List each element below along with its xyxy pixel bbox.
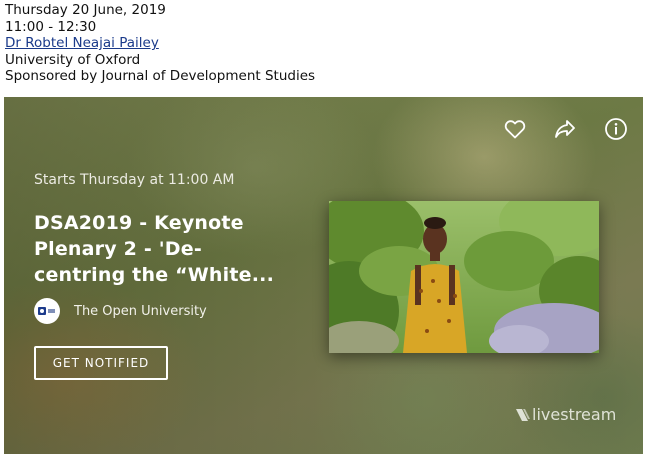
livestream-mark-icon: [516, 408, 530, 421]
event-title[interactable]: DSA2019 - Keynote Plenary 2 - 'De- centr…: [34, 210, 284, 288]
open-university-logo: [34, 298, 60, 324]
speaker-link[interactable]: Dr Robtel Neajai Pailey: [5, 35, 159, 51]
event-thumbnail[interactable]: [329, 201, 599, 353]
speaker-affiliation: University of Oxford: [5, 51, 141, 68]
get-notified-button[interactable]: GET NOTIFIED: [34, 346, 168, 380]
organizer-name: The Open University: [74, 303, 207, 319]
event-title-line: Plenary 2 - 'De-: [34, 238, 202, 260]
event-title-line: DSA2019 - Keynote: [34, 212, 244, 234]
livestream-logo[interactable]: livestream: [514, 405, 616, 424]
event-details: Thursday 20 June, 2019 11:00 - 12:30 Dr …: [5, 2, 315, 85]
event-date: Thursday 20 June, 2019: [5, 2, 166, 18]
livestream-embed-card[interactable]: Starts Thursday at 11:00 AM DSA2019 - Ke…: [4, 97, 643, 454]
organizer[interactable]: The Open University: [34, 298, 207, 324]
event-title-line: centring the “White...: [34, 264, 274, 286]
start-time-label: Starts Thursday at 11:00 AM: [34, 172, 235, 188]
heart-icon[interactable]: [503, 117, 527, 141]
livestream-brand-text: livestream: [532, 405, 617, 424]
share-icon[interactable]: [553, 117, 577, 141]
info-icon[interactable]: [604, 117, 628, 141]
event-time: 11:00 - 12:30: [5, 18, 97, 35]
sponsor-text: Sponsored by Journal of Development Stud…: [5, 68, 316, 84]
